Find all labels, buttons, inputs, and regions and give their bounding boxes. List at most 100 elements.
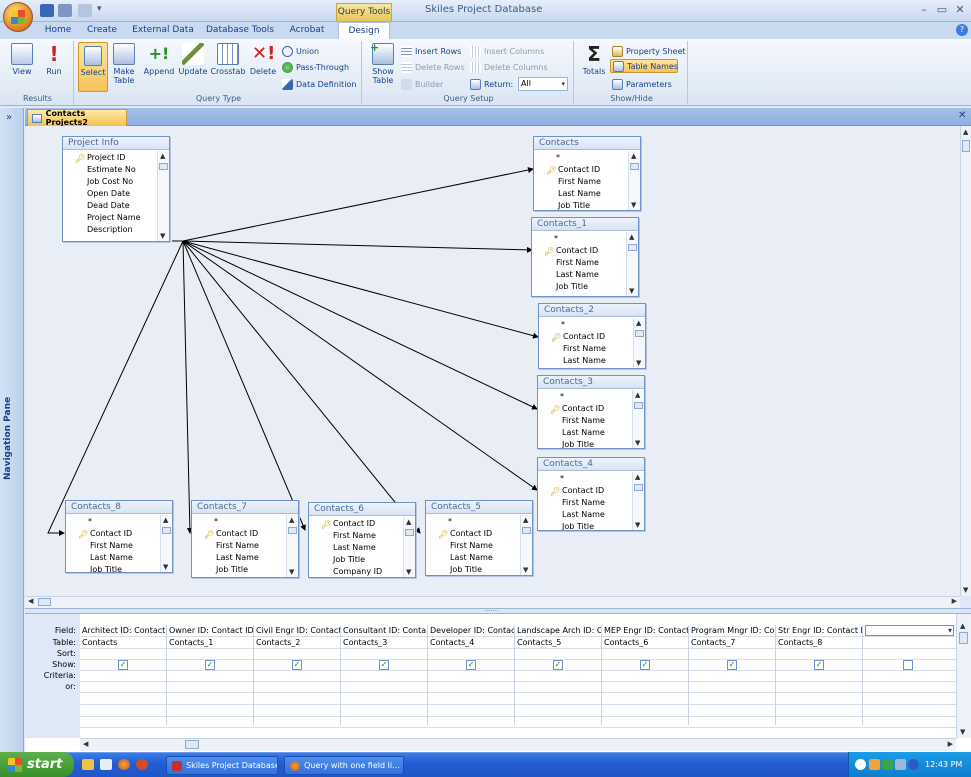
list-item[interactable]: First Name — [539, 343, 633, 355]
list-item[interactable]: Last Name — [426, 552, 520, 564]
grid-column[interactable]: ▾ — [863, 625, 956, 725]
field-list-scrollbar[interactable]: ▲ ▼ — [632, 472, 644, 530]
field-list-project-info[interactable]: Project Info 🔑︎ Project ID Estimate No Jo… — [62, 136, 170, 242]
list-item[interactable]: Last Name — [532, 269, 626, 281]
taskbar-button-firefox[interactable]: Query with one field li... — [284, 756, 404, 775]
list-item[interactable]: 🔑︎ Contact ID — [66, 528, 160, 540]
grid-table-cell[interactable]: Contacts_7 — [691, 638, 775, 647]
field-list-contacts-6[interactable]: Contacts_6 🔑︎ Contact ID First Name Last … — [308, 502, 416, 578]
grid-field-cell[interactable]: Consultant ID: Conta — [343, 626, 427, 635]
grid-field-cell[interactable]: Civil Engr ID: Contact — [256, 626, 340, 635]
grid-column[interactable]: Owner ID: Contact ID Contacts_1 ✓ — [167, 625, 254, 725]
list-item[interactable]: Job Title — [538, 521, 632, 530]
folder-icon[interactable] — [82, 759, 94, 770]
grid-column[interactable]: Architect ID: Contact I Contacts ✓ — [80, 625, 167, 725]
grid-column[interactable]: Program Mngr ID: Co Contacts_7 ✓ — [689, 625, 776, 725]
list-item[interactable]: 🔑︎ Contact ID — [539, 331, 633, 343]
field-list-scrollbar[interactable]: ▲ ▼ — [286, 515, 298, 577]
show-checkbox[interactable]: ✓ — [640, 660, 650, 670]
list-item[interactable]: * — [539, 319, 633, 331]
office-button[interactable] — [3, 2, 33, 32]
app-icon[interactable] — [136, 759, 148, 770]
grid-column[interactable]: MEP Engr ID: Contact Contacts_6 ✓ — [602, 625, 689, 725]
list-item[interactable]: 🔑︎ Contact ID — [309, 518, 403, 530]
list-item[interactable]: Job Title — [534, 200, 628, 210]
field-list-contacts-8[interactable]: Contacts_8 * 🔑︎ Contact ID First Name Las… — [65, 500, 173, 573]
list-item[interactable]: 🔑︎ Contact ID — [426, 528, 520, 540]
list-item[interactable]: First Name — [538, 497, 632, 509]
list-item[interactable]: Job Title — [532, 281, 626, 293]
list-item[interactable]: Job Title — [426, 564, 520, 575]
taskbar-button-access[interactable]: Skiles Project Database — [166, 756, 278, 775]
list-item[interactable]: * — [538, 391, 632, 403]
list-item[interactable]: Job Title — [66, 564, 160, 572]
grid-field-cell[interactable]: Developer ID: Contact — [430, 626, 514, 635]
list-item[interactable]: First Name — [192, 540, 286, 552]
grid-horizontal-scrollbar[interactable]: ◀ ▶ — [80, 738, 956, 751]
list-item[interactable]: First Name — [426, 540, 520, 552]
grid-table-cell[interactable]: Contacts_4 — [430, 638, 514, 647]
grid-field-cell[interactable]: Architect ID: Contact I — [82, 626, 166, 635]
grid-field-cell[interactable]: Landscape Arch ID: Co — [517, 626, 601, 635]
list-item[interactable]: 🔑︎ Contact ID — [532, 245, 626, 257]
grid-field-cell[interactable]: Program Mngr ID: Co — [691, 626, 775, 635]
field-list-contacts-7[interactable]: Contacts_7 * 🔑︎ Contact ID First Name Las… — [191, 500, 299, 578]
grid-column[interactable]: Consultant ID: Conta Contacts_3 ✓ — [341, 625, 428, 725]
field-list-scrollbar[interactable]: ▲ ▼ — [632, 390, 644, 448]
show-checkbox[interactable]: ✓ — [118, 660, 128, 670]
list-item[interactable]: Last Name — [538, 509, 632, 521]
grid-field-cell[interactable]: Owner ID: Contact ID — [169, 626, 253, 635]
list-item[interactable]: Dead Date — [63, 200, 157, 212]
canvas-horizontal-scrollbar[interactable]: ◀ ▶ — [25, 596, 960, 608]
list-item[interactable]: * — [66, 516, 160, 528]
list-item[interactable]: 🔑︎ Contact ID — [538, 485, 632, 497]
list-item[interactable]: * — [192, 516, 286, 528]
list-item[interactable]: Job Title — [538, 439, 632, 448]
list-item[interactable]: Job Title — [192, 564, 286, 576]
list-item[interactable]: First Name — [538, 415, 632, 427]
list-item[interactable]: Company ID — [309, 566, 403, 577]
list-item[interactable]: First Name — [532, 257, 626, 269]
list-item[interactable]: Job Cost No — [63, 176, 157, 188]
grid-table-cell[interactable]: Contacts_8 — [778, 638, 862, 647]
list-item[interactable]: First Name — [309, 530, 403, 542]
list-item[interactable]: First Name — [534, 176, 628, 188]
grid-table-cell[interactable]: Contacts_3 — [343, 638, 427, 647]
show-checkbox[interactable]: ✓ — [553, 660, 563, 670]
list-item[interactable]: 🔑︎ Contact ID — [538, 403, 632, 415]
show-checkbox[interactable]: ✓ — [205, 660, 215, 670]
grid-table-cell[interactable]: Contacts_2 — [256, 638, 340, 647]
start-button[interactable]: start — [0, 752, 74, 777]
desktop-icon[interactable] — [100, 759, 112, 770]
list-item[interactable]: * — [534, 152, 628, 164]
show-checkbox[interactable]: ✓ — [727, 660, 737, 670]
list-item[interactable]: First Name — [66, 540, 160, 552]
list-item[interactable]: Last Name — [539, 355, 633, 367]
list-item[interactable]: 🔑︎ Project ID — [63, 152, 157, 164]
list-item[interactable]: * — [426, 516, 520, 528]
grid-vertical-scrollbar[interactable]: ▲ ▼ — [956, 614, 971, 738]
field-list-contacts[interactable]: Contacts * 🔑︎ Contact ID First Name Last … — [533, 136, 641, 211]
list-item[interactable]: * — [538, 473, 632, 485]
list-item[interactable]: Estimate No — [63, 164, 157, 176]
field-list-contacts-1[interactable]: Contacts_1 * 🔑︎ Contact ID First Name Las… — [531, 217, 639, 297]
canvas-vertical-scrollbar[interactable]: ▲ ▼ — [960, 126, 971, 596]
list-item[interactable]: Last Name — [192, 552, 286, 564]
field-list-contacts-5[interactable]: Contacts_5 * 🔑︎ Contact ID First Name Las… — [425, 500, 533, 576]
field-list-contacts-3[interactable]: Contacts_3 * 🔑︎ Contact ID First Name Las… — [537, 375, 645, 449]
list-item[interactable]: Project Name — [63, 212, 157, 224]
list-item[interactable]: 🔑︎ Contact ID — [192, 528, 286, 540]
field-list-contacts-4[interactable]: Contacts_4 * 🔑︎ Contact ID First Name Las… — [537, 457, 645, 531]
grid-table-cell[interactable]: Contacts_5 — [517, 638, 601, 647]
grid-field-cell[interactable]: Str Engr ID: Contact II — [778, 626, 862, 635]
show-checkbox[interactable]: ✓ — [379, 660, 389, 670]
grid-table-cell[interactable]: Contacts_6 — [604, 638, 688, 647]
list-item[interactable]: * — [532, 233, 626, 245]
firefox-icon[interactable] — [118, 759, 130, 770]
list-item[interactable]: 🔑︎ Contact ID — [534, 164, 628, 176]
field-list-scrollbar[interactable]: ▲ ▼ — [520, 515, 532, 575]
field-list-scrollbar[interactable]: ▲ ▼ — [626, 232, 638, 296]
list-item[interactable]: Open Date — [63, 188, 157, 200]
show-checkbox[interactable]: ✓ — [292, 660, 302, 670]
list-item[interactable]: Last Name — [66, 552, 160, 564]
